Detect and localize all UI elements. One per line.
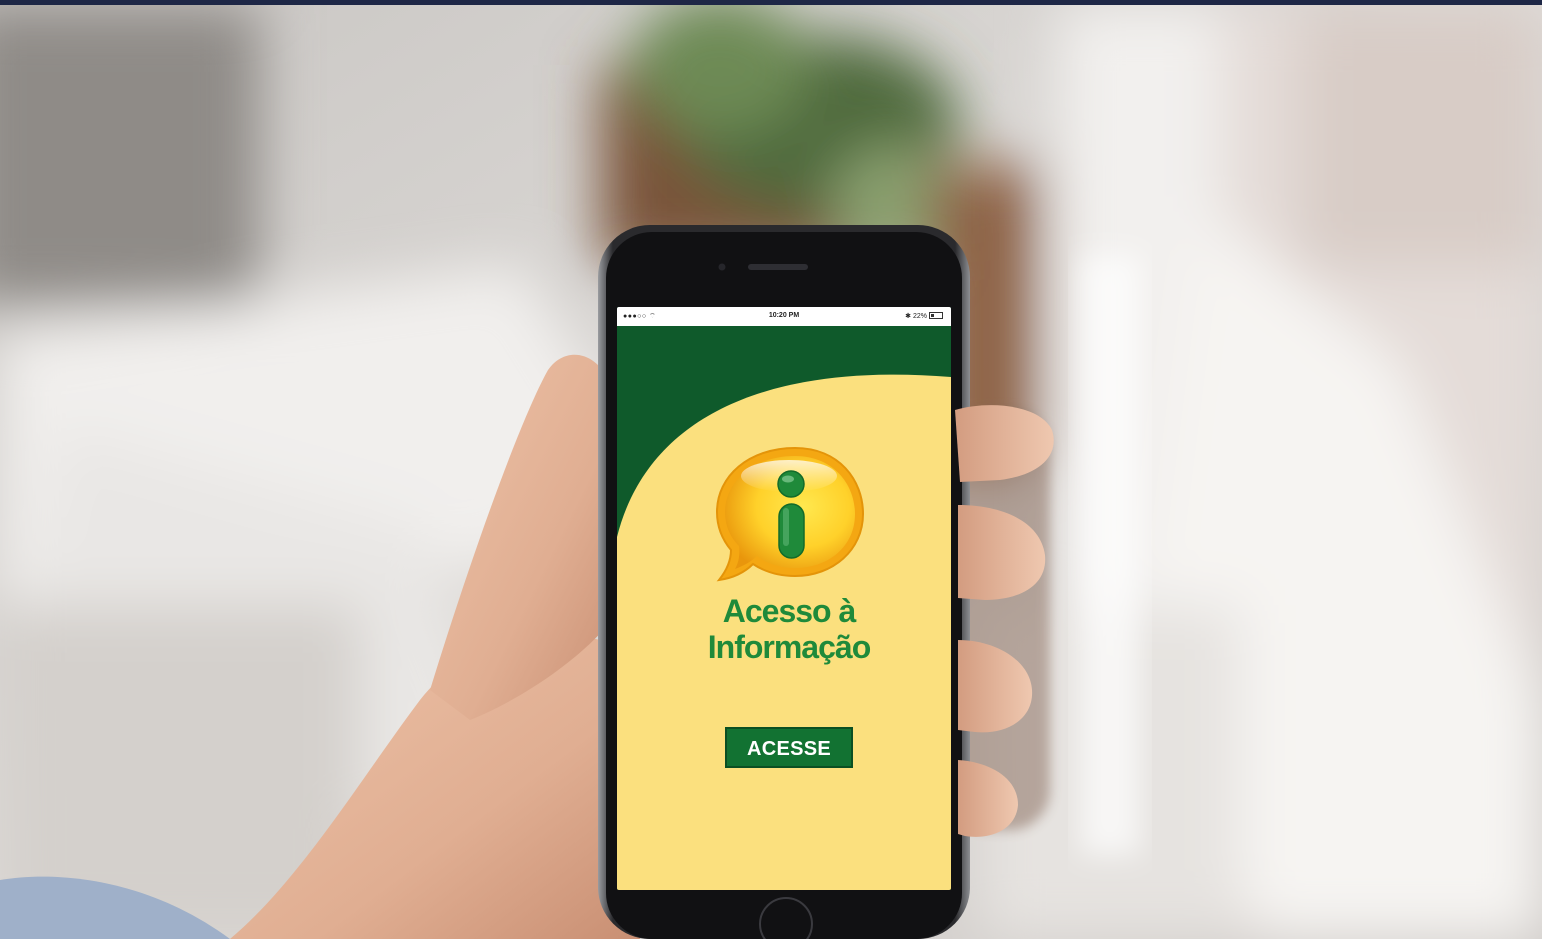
front-camera (718, 263, 726, 271)
photo-scene: ●●●○○ ⌔ 10:20 PM ✱ 22% i Acesso à Inform… (0, 0, 1542, 939)
app-title: Acesso à Informação (617, 593, 951, 665)
battery-indicator: ✱ 22% (905, 312, 943, 320)
battery-text: ✱ 22% (905, 313, 927, 320)
status-time: 10:20 PM (768, 312, 800, 319)
battery-icon (929, 312, 943, 319)
acesse-button[interactable]: ACESSE (725, 727, 853, 768)
sleeve (0, 876, 230, 939)
status-bar: ●●●○○ ⌔ 10:20 PM ✱ 22% (617, 307, 951, 326)
app-title-line2: Informação (707, 629, 871, 665)
info-speech-bubble-icon: i (709, 442, 865, 582)
logo-glyph: i (709, 442, 710, 443)
app-title-line1: Acesso à (722, 593, 857, 629)
top-border (0, 0, 1542, 5)
earpiece (748, 264, 808, 270)
phone-screen: ●●●○○ ⌔ 10:20 PM ✱ 22% i Acesso à Inform… (617, 307, 951, 890)
